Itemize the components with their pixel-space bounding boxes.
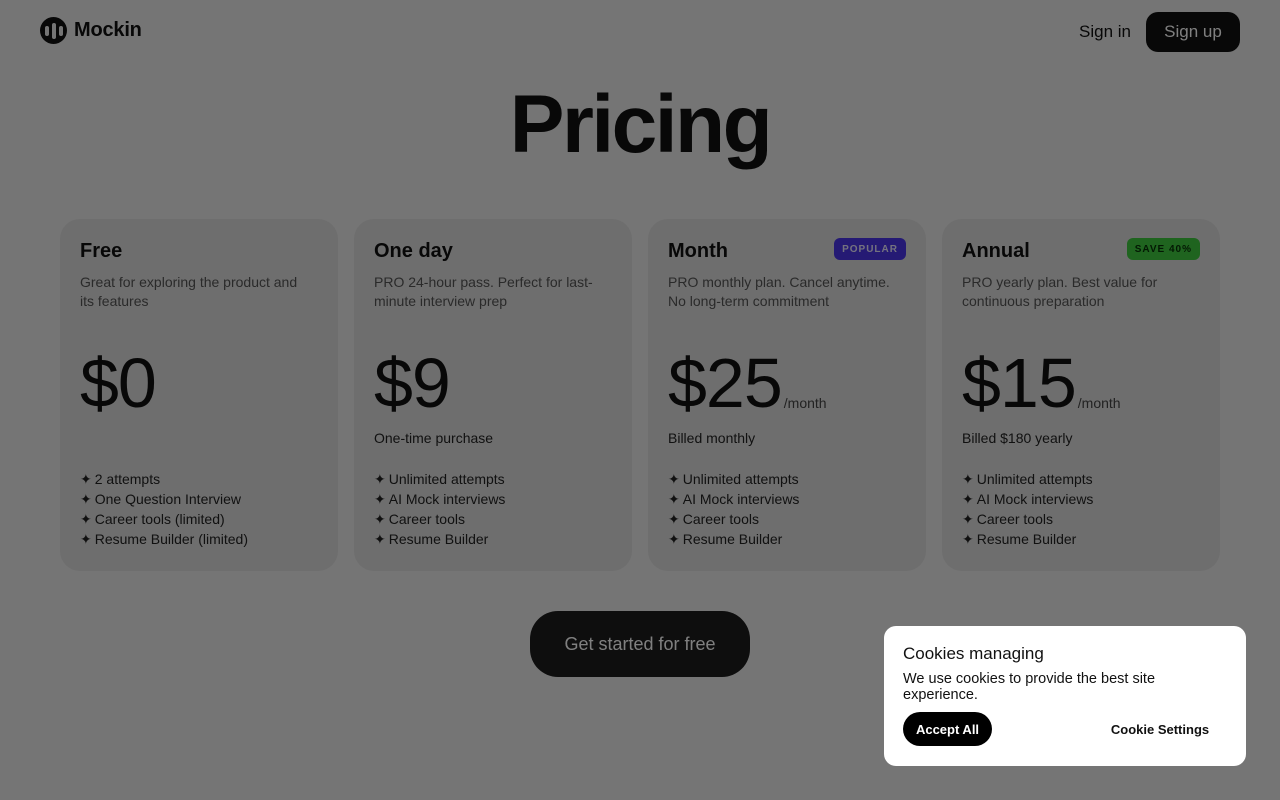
cookie-text: We use cookies to provide the best site … <box>903 671 1156 703</box>
sparkle-icon: ✦ <box>80 471 92 487</box>
sparkle-icon: ✦ <box>668 471 680 487</box>
feature-list: ✦ 2 attempts ✦ One Question Interview ✦ Car… <box>80 469 248 549</box>
feature-item: ✦ Resume Builder <box>374 531 489 547</box>
feature-item: ✦ AI Mock interviews <box>374 491 506 507</box>
save-badge: SAVE 40% <box>1126 238 1200 260</box>
sparkle-icon: ✦ <box>962 491 974 507</box>
sparkle-icon: ✦ <box>668 511 680 527</box>
feature-item: ✦ Unlimited attempts <box>374 471 505 487</box>
sparkle-icon: ✦ <box>374 511 386 527</box>
feature-item: ✦ AI Mock interviews <box>668 491 800 507</box>
feature-item: ✦ One Question Interview <box>80 491 242 507</box>
popular-badge: POPULAR <box>834 238 906 260</box>
accept-all-button[interactable]: Accept All <box>903 712 992 746</box>
sparkle-icon: ✦ <box>374 531 386 547</box>
plan-price: $15 /month <box>962 347 1121 419</box>
plan-name: One day <box>374 240 453 262</box>
sparkle-icon: ✦ <box>80 511 92 527</box>
feature-item: ✦ Career tools <box>374 511 465 527</box>
logo-icon <box>40 17 67 44</box>
price-value: $25 <box>668 344 783 422</box>
logo[interactable]: Mockin <box>40 17 142 44</box>
plan-description: PRO 24-hour pass. Perfect for last-minut… <box>374 274 593 309</box>
plan-price: $25 /month <box>668 347 827 419</box>
plan-price: $0 <box>80 344 157 422</box>
feature-item: ✦ Resume Builder <box>668 531 783 547</box>
feature-item: ✦ Career tools <box>962 511 1053 527</box>
feature-item: ✦ Resume Builder <box>962 531 1077 547</box>
feature-item: ✦ 2 attempts <box>80 471 161 487</box>
plan-description: Great for exploring the product and its … <box>80 274 298 309</box>
sparkle-icon: ✦ <box>80 531 92 547</box>
brand-name: Mockin <box>74 19 142 41</box>
plan-card-one-day[interactable]: One day PRO 24-hour pass. Perfect for la… <box>354 219 632 571</box>
cookie-title: Cookies managing <box>903 644 1044 663</box>
price-period: /month <box>783 395 827 411</box>
feature-list: ✦ Unlimited attempts ✦ AI Mock interviews … <box>374 469 505 549</box>
price-value: $0 <box>80 344 157 422</box>
billing-note: One-time purchase <box>374 430 494 446</box>
feature-item: ✦ Unlimited attempts <box>962 471 1093 487</box>
feature-item: ✦ AI Mock interviews <box>962 491 1094 507</box>
plan-card-free[interactable]: Free Great for exploring the product and… <box>60 219 338 571</box>
sparkle-icon: ✦ <box>80 491 92 507</box>
plan-description: PRO monthly plan. Cancel anytime. No lon… <box>668 274 890 309</box>
sparkle-icon: ✦ <box>374 471 386 487</box>
cookie-dialog: Cookies managing We use cookies to provi… <box>884 626 1246 766</box>
price-period: /month <box>1077 395 1121 411</box>
get-started-button[interactable]: Get started for free <box>530 611 750 677</box>
sparkle-icon: ✦ <box>668 491 680 507</box>
plan-name: Free <box>80 240 123 262</box>
feature-item: ✦ Career tools <box>668 511 759 527</box>
price-value: $9 <box>374 344 451 422</box>
sparkle-icon: ✦ <box>374 491 386 507</box>
feature-item: ✦ Unlimited attempts <box>668 471 799 487</box>
cookie-settings-button[interactable]: Cookie Settings <box>1105 712 1215 746</box>
feature-list: ✦ Unlimited attempts ✦ AI Mock interviews … <box>668 469 799 549</box>
plan-card-month[interactable]: Month POPULAR PRO monthly plan. Cancel a… <box>648 219 926 571</box>
plan-card-annual[interactable]: Annual SAVE 40% PRO yearly plan. Best va… <box>942 219 1220 571</box>
feature-item: ✦ Career tools (limited) <box>80 511 225 527</box>
sparkle-icon: ✦ <box>962 531 974 547</box>
billing-note: Billed monthly <box>668 430 756 446</box>
header: Mockin Sign in Sign up <box>0 0 1280 64</box>
sparkle-icon: ✦ <box>962 471 974 487</box>
billing-note: Billed $180 yearly <box>962 430 1073 446</box>
sign-in-link[interactable]: Sign in <box>1079 22 1131 42</box>
plan-price: $9 <box>374 344 451 422</box>
page-title: Pricing <box>509 79 773 170</box>
sign-up-button[interactable]: Sign up <box>1146 12 1240 52</box>
plan-description: PRO yearly plan. Best value for continuo… <box>962 274 1158 309</box>
feature-list: ✦ Unlimited attempts ✦ AI Mock interviews … <box>962 469 1093 549</box>
feature-item: ✦ Resume Builder (limited) <box>80 531 249 547</box>
sparkle-icon: ✦ <box>962 511 974 527</box>
sparkle-icon: ✦ <box>668 531 680 547</box>
price-value: $15 <box>962 344 1077 422</box>
